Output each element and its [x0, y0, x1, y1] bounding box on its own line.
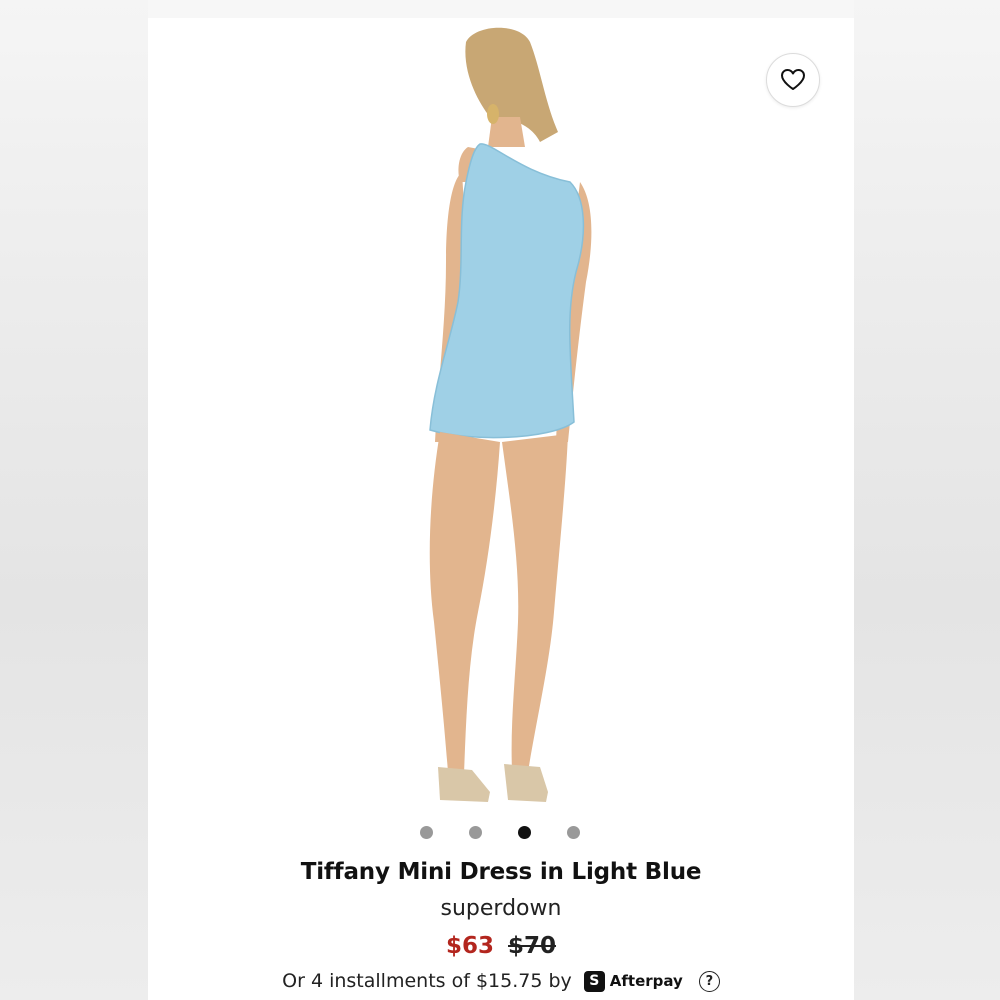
afterpay-logo: S Afterpay	[583, 970, 683, 992]
heart-icon	[781, 69, 805, 90]
sale-price: $63	[445, 933, 494, 959]
carousel-dot[interactable]	[469, 826, 482, 839]
afterpay-logo-icon: S	[583, 970, 605, 992]
carousel-dot[interactable]	[567, 826, 580, 839]
carousel-dot[interactable]	[420, 826, 433, 839]
carousel-dot[interactable]	[518, 826, 531, 839]
afterpay-installments: Or 4 installments of $15.75 by S Afterpa…	[0, 970, 1000, 992]
afterpay-label: Afterpay	[609, 972, 683, 990]
carousel-dots	[0, 826, 1000, 839]
question-icon[interactable]: ?	[698, 970, 720, 992]
product-image[interactable]	[380, 22, 620, 812]
original-price: $70	[508, 933, 557, 959]
product-brand[interactable]: superdown	[0, 896, 1000, 921]
top-bar	[148, 0, 854, 18]
installments-text: Or 4 installments of $15.75 by	[282, 970, 572, 992]
wishlist-button[interactable]	[766, 53, 820, 107]
product-title[interactable]: Tiffany Mini Dress in Light Blue	[0, 859, 1000, 885]
background-blur-left	[0, 0, 148, 1000]
price-row: $63 $70	[0, 933, 1000, 959]
background-blur-right	[854, 0, 1000, 1000]
